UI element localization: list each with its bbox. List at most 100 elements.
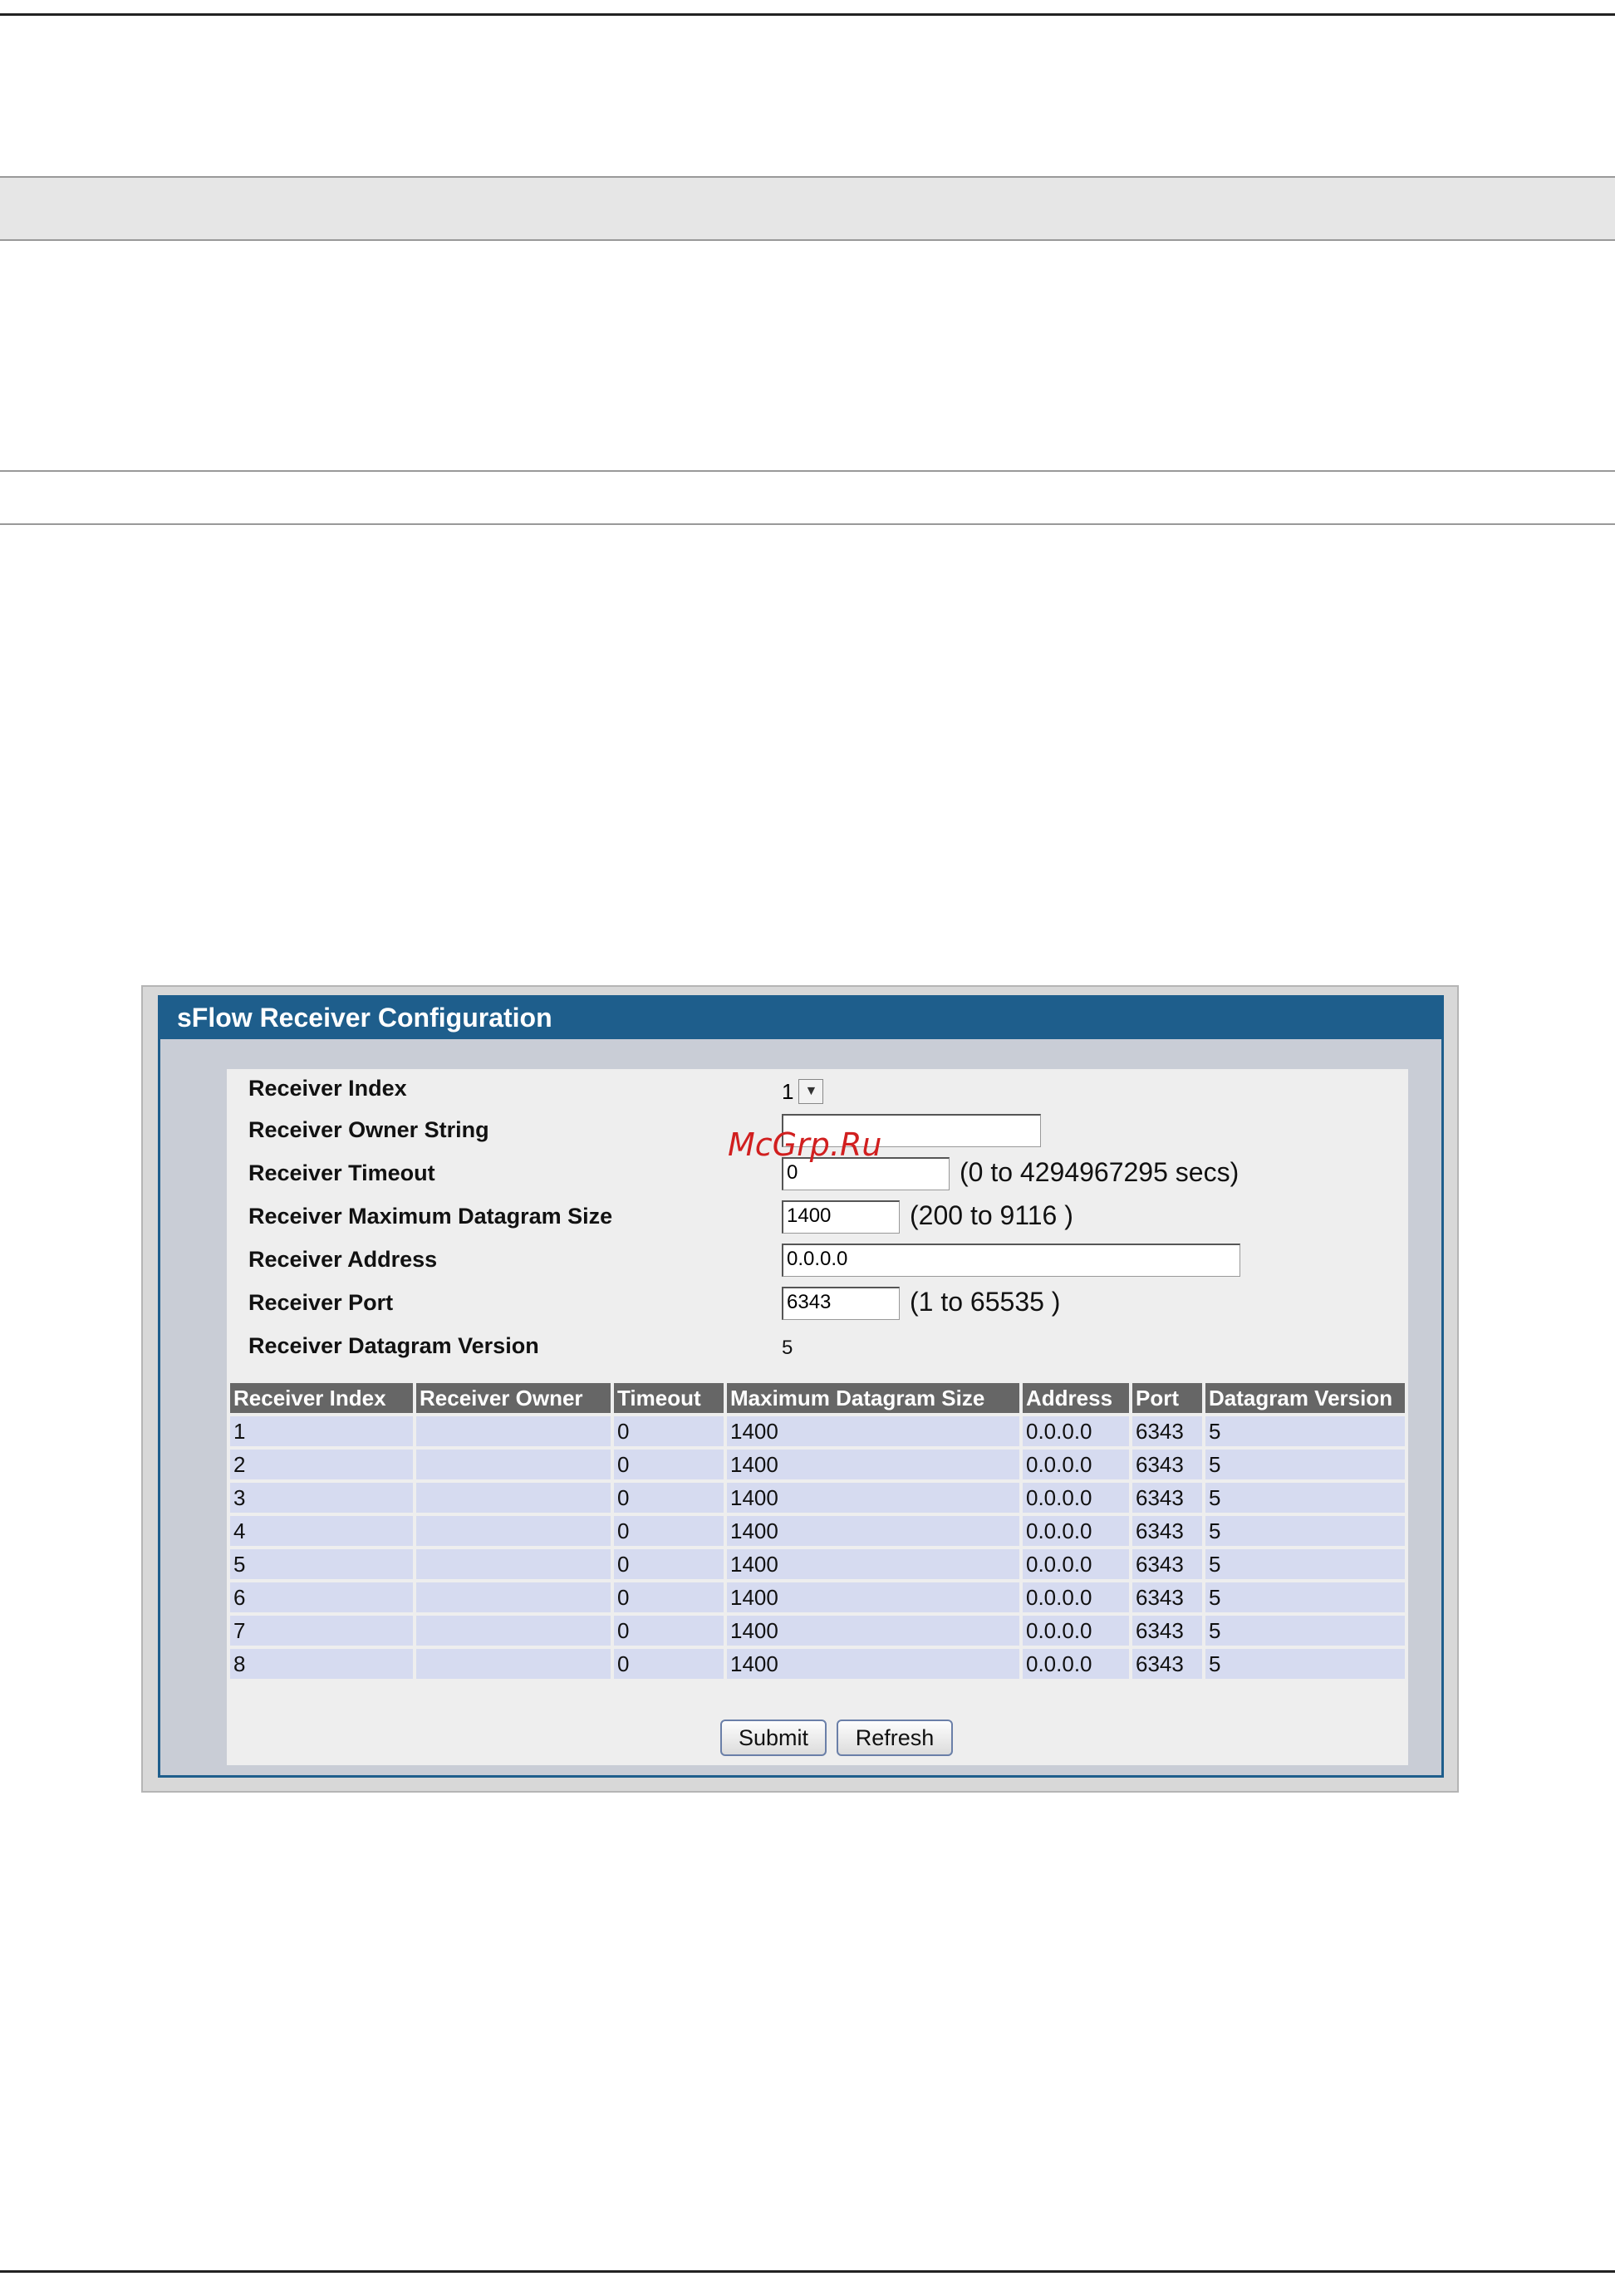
cell-port: 6343 xyxy=(1132,1649,1202,1679)
cell-port: 6343 xyxy=(1132,1549,1202,1579)
table-row[interactable]: 7 0 1400 0.0.0.0 6343 5 xyxy=(230,1616,1405,1646)
cell-timeout: 0 xyxy=(614,1582,724,1612)
max-datagram-hint: (200 to 9116 ) xyxy=(910,1200,1073,1230)
table-header-row: Receiver Index Receiver Owner Timeout Ma… xyxy=(230,1383,1405,1413)
timeout-label: Receiver Timeout xyxy=(248,1160,435,1185)
cell-timeout: 0 xyxy=(614,1649,724,1679)
section-band xyxy=(0,470,1615,525)
cell-address: 0.0.0.0 xyxy=(1023,1582,1129,1612)
cell-owner xyxy=(416,1516,611,1546)
cell-version: 5 xyxy=(1205,1582,1405,1612)
cell-address: 0.0.0.0 xyxy=(1023,1483,1129,1513)
cell-address: 0.0.0.0 xyxy=(1023,1416,1129,1446)
port-input[interactable]: 6343 xyxy=(782,1287,900,1320)
table-row[interactable]: 6 0 1400 0.0.0.0 6343 5 xyxy=(230,1582,1405,1612)
cell-max-datagram: 1400 xyxy=(727,1616,1019,1646)
cell-max-datagram: 1400 xyxy=(727,1516,1019,1546)
cell-max-datagram: 1400 xyxy=(727,1649,1019,1679)
cell-timeout: 0 xyxy=(614,1483,724,1513)
cell-port: 6343 xyxy=(1132,1416,1202,1446)
table-row[interactable]: 2 0 1400 0.0.0.0 6343 5 xyxy=(230,1450,1405,1479)
cell-owner xyxy=(416,1616,611,1646)
cell-timeout: 0 xyxy=(614,1616,724,1646)
sflow-receiver-panel: sFlow Receiver Configuration Receiver In… xyxy=(158,995,1444,1778)
cell-index: 7 xyxy=(230,1616,413,1646)
table-row[interactable]: 8 0 1400 0.0.0.0 6343 5 xyxy=(230,1649,1405,1679)
watermark: McGrp.Ru xyxy=(728,1126,882,1163)
datagram-version-value: 5 xyxy=(782,1337,793,1359)
cell-index: 1 xyxy=(230,1416,413,1446)
header-band xyxy=(0,176,1615,241)
cell-index: 8 xyxy=(230,1649,413,1679)
cell-address: 0.0.0.0 xyxy=(1023,1516,1129,1546)
cell-index: 6 xyxy=(230,1582,413,1612)
receiver-index-label: Receiver Index xyxy=(248,1076,407,1101)
cell-version: 5 xyxy=(1205,1616,1405,1646)
address-input[interactable]: 0.0.0.0 xyxy=(782,1244,1240,1277)
cell-timeout: 0 xyxy=(614,1516,724,1546)
cell-port: 6343 xyxy=(1132,1483,1202,1513)
cell-port: 6343 xyxy=(1132,1516,1202,1546)
cell-address: 0.0.0.0 xyxy=(1023,1549,1129,1579)
cell-owner xyxy=(416,1582,611,1612)
col-port: Port xyxy=(1132,1383,1202,1413)
cell-timeout: 0 xyxy=(614,1549,724,1579)
cell-version: 5 xyxy=(1205,1549,1405,1579)
cell-owner xyxy=(416,1450,611,1479)
refresh-button[interactable]: Refresh xyxy=(837,1720,953,1756)
table-row[interactable]: 1 0 1400 0.0.0.0 6343 5 xyxy=(230,1416,1405,1446)
col-receiver-index: Receiver Index xyxy=(230,1383,413,1413)
col-timeout: Timeout xyxy=(614,1383,724,1413)
cell-index: 3 xyxy=(230,1483,413,1513)
col-max-datagram: Maximum Datagram Size xyxy=(727,1383,1019,1413)
top-rule xyxy=(0,13,1615,16)
cell-index: 4 xyxy=(230,1516,413,1546)
datagram-version-label: Receiver Datagram Version xyxy=(248,1333,539,1358)
owner-string-label: Receiver Owner String xyxy=(248,1117,489,1142)
table-row[interactable]: 5 0 1400 0.0.0.0 6343 5 xyxy=(230,1549,1405,1579)
col-address: Address xyxy=(1023,1383,1129,1413)
receiver-index-value: 1 xyxy=(782,1078,794,1104)
cell-port: 6343 xyxy=(1132,1616,1202,1646)
cell-version: 5 xyxy=(1205,1483,1405,1513)
cell-timeout: 0 xyxy=(614,1450,724,1479)
receiver-index-select[interactable]: 1 ▼ xyxy=(782,1077,824,1106)
cell-timeout: 0 xyxy=(614,1416,724,1446)
chevron-down-icon[interactable]: ▼ xyxy=(798,1079,824,1104)
panel-title: sFlow Receiver Configuration xyxy=(160,998,1441,1039)
cell-max-datagram: 1400 xyxy=(727,1416,1019,1446)
col-receiver-owner: Receiver Owner xyxy=(416,1383,611,1413)
max-datagram-label: Receiver Maximum Datagram Size xyxy=(248,1204,613,1229)
cell-max-datagram: 1400 xyxy=(727,1549,1019,1579)
address-label: Receiver Address xyxy=(248,1247,438,1272)
port-label: Receiver Port xyxy=(248,1290,394,1315)
cell-address: 0.0.0.0 xyxy=(1023,1616,1129,1646)
submit-button[interactable]: Submit xyxy=(720,1720,827,1756)
bottom-rule xyxy=(0,2270,1615,2273)
screenshot-frame: sFlow Receiver Configuration Receiver In… xyxy=(141,985,1459,1793)
cell-max-datagram: 1400 xyxy=(727,1582,1019,1612)
table-row[interactable]: 4 0 1400 0.0.0.0 6343 5 xyxy=(230,1516,1405,1546)
cell-version: 5 xyxy=(1205,1416,1405,1446)
cell-address: 0.0.0.0 xyxy=(1023,1450,1129,1479)
cell-owner xyxy=(416,1649,611,1679)
cell-port: 6343 xyxy=(1132,1582,1202,1612)
cell-version: 5 xyxy=(1205,1516,1405,1546)
cell-owner xyxy=(416,1483,611,1513)
cell-owner xyxy=(416,1416,611,1446)
port-hint: (1 to 65535 ) xyxy=(910,1287,1061,1317)
cell-version: 5 xyxy=(1205,1649,1405,1679)
table-row[interactable]: 3 0 1400 0.0.0.0 6343 5 xyxy=(230,1483,1405,1513)
timeout-hint: (0 to 4294967295 secs) xyxy=(960,1157,1239,1187)
cell-port: 6343 xyxy=(1132,1450,1202,1479)
max-datagram-input[interactable]: 1400 xyxy=(782,1200,900,1234)
receiver-table: Receiver Index Receiver Owner Timeout Ma… xyxy=(227,1380,1408,1682)
cell-owner xyxy=(416,1549,611,1579)
col-datagram-version: Datagram Version xyxy=(1205,1383,1405,1413)
cell-index: 2 xyxy=(230,1450,413,1479)
cell-max-datagram: 1400 xyxy=(727,1450,1019,1479)
cell-max-datagram: 1400 xyxy=(727,1483,1019,1513)
form-area: Receiver Index 1 ▼ Receiver Owner String… xyxy=(227,1069,1408,1765)
cell-index: 5 xyxy=(230,1549,413,1579)
cell-address: 0.0.0.0 xyxy=(1023,1649,1129,1679)
